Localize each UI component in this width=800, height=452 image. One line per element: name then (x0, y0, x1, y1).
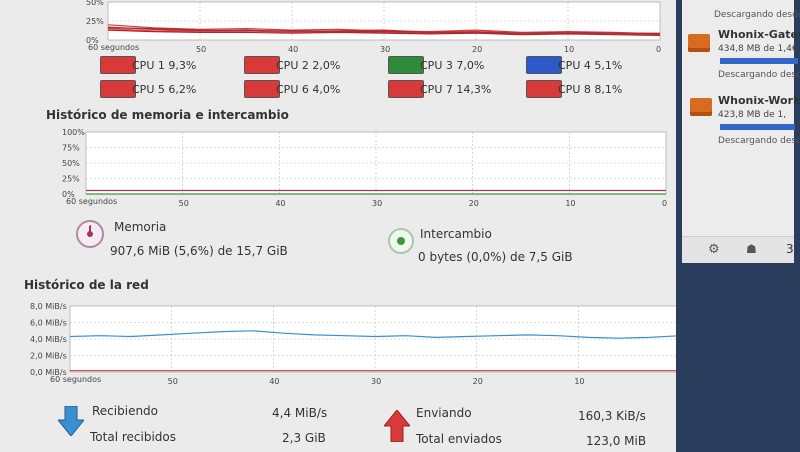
x-tick-label: 30 (372, 199, 382, 208)
x-axis-start-label: 60 segundos (50, 375, 101, 384)
network-history-chart: 8,0 MiB/s 6,0 MiB/s 4,0 MiB/s 2,0 MiB/s 0,0 … (0, 296, 676, 394)
downloads-sidebar: Descargando desde Whonix-Gatew 434,8 MB … (676, 0, 800, 452)
y-tick-label: 25% (86, 17, 104, 26)
receiving-label: Recibiendo (92, 404, 159, 418)
swap-label: Intercambio (420, 227, 492, 241)
downloads-footer: ⚙ ☗ 3 (682, 236, 794, 263)
cpu-color-swatch[interactable] (526, 56, 562, 74)
x-tick-label: 30 (371, 377, 381, 386)
x-tick-label: 10 (574, 377, 584, 386)
cpu-legend-label: CPU 7 14,3% (420, 83, 492, 96)
swap-pie-icon[interactable] (388, 228, 414, 254)
x-tick-label: 50 (196, 45, 206, 54)
total-sent-label: Total enviados (416, 432, 502, 446)
x-tick-label: 30 (380, 45, 390, 54)
y-tick-label: 4,0 MiB/s (30, 335, 67, 344)
x-tick-label: 10 (565, 199, 575, 208)
x-tick-label: 50 (168, 377, 178, 386)
memory-value: 907,6 MiB (5,6%) de 15,7 GiB (110, 244, 288, 258)
y-tick-label: 25% (62, 175, 80, 184)
sending-value: 160,3 KiB/s (578, 409, 646, 423)
x-tick-label: 40 (288, 45, 298, 54)
receive-arrow-icon (56, 405, 86, 440)
download-status: Descargando desde (718, 136, 800, 146)
y-tick-label: 75% (62, 144, 80, 153)
memory-history-svg: 100%75%50%25%0%60 segundos 50 40 30 20 10 0 (62, 128, 667, 208)
x-tick-label: 20 (472, 45, 482, 54)
send-arrow-icon (382, 409, 412, 446)
memory-history-chart: 100% 75% 50% 25% 0% 60 segundos 50 40 30 20 10 0 (0, 124, 676, 216)
swap-value: 0 bytes (0,0%) de 7,5 GiB (418, 250, 573, 264)
download-item-whonix-workstation[interactable]: Whonix-Work 423,8 MB de 1, Descargando d… (682, 84, 800, 146)
cpu-legend-label: CPU 2 2,0% (276, 59, 341, 72)
cpu-legend-label: CPU 4 5,1% (558, 59, 623, 72)
y-tick-label: 100% (62, 128, 85, 137)
download-count: 3 (786, 242, 794, 256)
cpu-legend-label: CPU 6 4,0% (276, 83, 341, 96)
gear-icon[interactable]: ⚙ (708, 242, 720, 257)
network-section-title: Histórico de la red (24, 278, 149, 292)
x-axis-start-label: 60 segundos (88, 43, 139, 52)
cpu-color-swatch[interactable] (244, 56, 280, 74)
y-tick-label: 2,0 MiB/s (30, 352, 67, 361)
total-received-value: 2,3 GiB (282, 431, 326, 445)
download-status: Descargando desde (718, 70, 800, 80)
y-tick-label: 50% (86, 0, 104, 7)
x-tick-label: 20 (473, 377, 483, 386)
cpu-color-swatch[interactable] (388, 80, 424, 98)
cpu-color-swatch[interactable] (100, 56, 136, 74)
memory-section-title: Histórico de memoria e intercambio (46, 108, 289, 122)
y-tick-label: 50% (62, 159, 80, 168)
x-tick-label: 0 (662, 199, 667, 208)
cpu-color-swatch[interactable] (526, 80, 562, 98)
download-progress (720, 124, 796, 130)
system-monitor-resources: 50% 25% 0% 60 segundos 50 40 30 20 10 0 Histórico… (0, 0, 676, 452)
x-tick-label: 40 (275, 199, 285, 208)
total-sent-value: 123,0 MiB (586, 434, 647, 448)
download-size: 423,8 MB de 1, (718, 110, 787, 120)
package-icon (690, 98, 712, 116)
memory-label: Memoria (114, 220, 167, 234)
y-tick-label: 8,0 MiB/s (30, 302, 67, 311)
download-name: Whonix-Gatew (718, 28, 800, 41)
network-history-svg: 8,0 MiB/s6,0 MiB/s4,0 MiB/s2,0 MiB/s0,0 … (30, 302, 676, 386)
package-icon (688, 34, 710, 52)
cpu-history-svg: 50%25%0%60 segundos 50 40 30 20 10 0 (86, 0, 661, 54)
x-tick-label: 40 (269, 377, 279, 386)
turtle-icon[interactable]: ☗ (746, 242, 757, 256)
download-progress (720, 58, 798, 64)
cpu-color-swatch[interactable] (100, 80, 136, 98)
cpu-history-chart: 50% 25% 0% 60 segundos 50 40 30 20 10 0 (0, 0, 676, 54)
x-tick-label: 0 (656, 45, 661, 54)
x-tick-label: 50 (179, 199, 189, 208)
x-tick-label: 10 (564, 45, 574, 54)
receiving-value: 4,4 MiB/s (272, 406, 328, 420)
cpu-color-swatch[interactable] (388, 56, 424, 74)
y-tick-label: 6,0 MiB/s (30, 319, 67, 328)
download-item-whonix-gateway[interactable]: Whonix-Gatew 434,8 MB de 1,46 Descargand… (682, 24, 800, 84)
x-axis-start-label: 60 segundos (66, 197, 117, 206)
memory-pie-icon[interactable] (76, 220, 104, 248)
cpu-legend-label: CPU 8 8,1% (558, 83, 623, 96)
downloads-panel: Descargando desde Whonix-Gatew 434,8 MB … (682, 0, 800, 263)
total-received-label: Total recibidos (90, 430, 176, 444)
download-name: Whonix-Work (718, 94, 800, 107)
sending-label: Enviando (416, 406, 472, 420)
cpu-legend-label: CPU 3 7,0% (420, 59, 485, 72)
cpu-legend-label: CPU 5 6,2% (132, 83, 197, 96)
cpu-color-swatch[interactable] (244, 80, 280, 98)
plot-area (69, 305, 676, 373)
cpu-legend-label: CPU 1 9,3% (132, 59, 197, 72)
download-status-0: Descargando desde (714, 10, 800, 20)
download-size: 434,8 MB de 1,46 (718, 44, 798, 54)
x-tick-label: 20 (469, 199, 479, 208)
